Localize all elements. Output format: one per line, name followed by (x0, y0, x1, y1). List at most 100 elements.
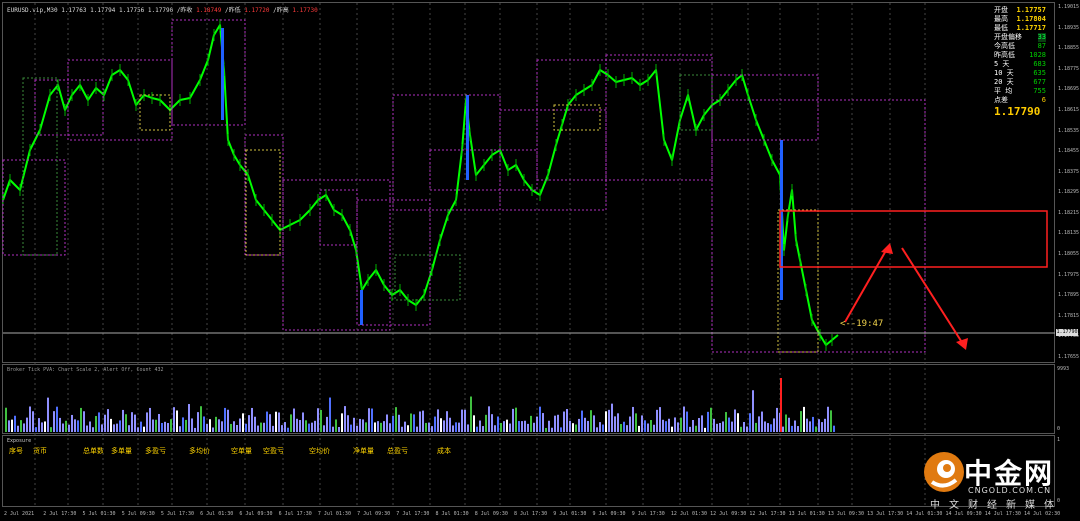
info-row-label: 最低 (994, 24, 1008, 32)
time-marker-annotation: <--19:47 (840, 319, 884, 329)
time-tick-label: 9 Jul 17:30 (631, 511, 665, 517)
price-tick-label: 1.18135 (1058, 230, 1080, 237)
info-row-label: 昨高低 (994, 51, 1015, 59)
session-range-box (244, 134, 284, 256)
volume-bar (791, 425, 793, 432)
volume-bar (698, 418, 700, 432)
volume-bar (806, 418, 808, 432)
volume-bar (572, 423, 574, 432)
volume-bar (464, 409, 466, 432)
session-range-box (605, 54, 713, 181)
volume-bar (287, 427, 289, 432)
time-tick-label: 14 Jul 02:30 (1024, 511, 1061, 517)
volume-bar (773, 418, 775, 432)
volume-bar (233, 421, 235, 432)
highlight-bar (221, 28, 224, 120)
price-tick-label: 1.18535 (1058, 127, 1080, 134)
volume-bar (491, 414, 493, 432)
volume-bar (668, 418, 670, 432)
volume-bar (68, 424, 70, 432)
volume-bar (665, 421, 667, 432)
volume-bar (56, 406, 58, 432)
volume-bar (584, 417, 586, 432)
volume-bar (575, 424, 577, 432)
price-tick-label: 1.18695 (1058, 86, 1080, 93)
volume-bar (281, 425, 283, 432)
volume-bar (119, 420, 121, 432)
time-tick-label: 8 Jul 01:30 (435, 511, 469, 517)
info-row: 今高低 87 (994, 42, 1046, 51)
arrow-up-head (881, 243, 893, 254)
info-row: 20 天 677 (994, 78, 1046, 87)
info-row: 10 天 635 (994, 69, 1046, 78)
arrow-down-head (956, 338, 968, 350)
volume-bar (833, 425, 835, 432)
price-tick-label: 1.19015 (1058, 4, 1080, 10)
volume-bar (269, 414, 271, 432)
volume-bar (74, 419, 76, 432)
volume-bar (704, 427, 706, 432)
price-line-series (2, 24, 839, 346)
volume-bar (494, 425, 496, 432)
volume-bar (14, 415, 16, 432)
volume-bar (26, 417, 28, 432)
info-row: 最高 1.17804 (994, 15, 1046, 24)
volume-bar (794, 420, 796, 432)
volume-bar (476, 426, 478, 432)
volume-bar (755, 422, 757, 432)
volume-bar (554, 415, 556, 432)
info-row-value: 1.17757 (1016, 6, 1046, 14)
volume-bar (827, 406, 829, 432)
brand-slogan: 中文财经新媒体 (930, 500, 1063, 511)
volume-bar (587, 420, 589, 432)
session-range-box (171, 19, 246, 126)
volume-bar (308, 423, 310, 432)
volume-bar (401, 426, 403, 432)
volume-bar (161, 422, 163, 432)
volume-bar (335, 419, 337, 432)
volume-bar (611, 403, 613, 432)
volume-bar (632, 406, 634, 432)
volume-bar (533, 422, 535, 432)
volume-bar (212, 427, 214, 432)
volume-bar (164, 421, 166, 432)
volume-bar (149, 407, 151, 432)
volume-bar (32, 411, 34, 432)
info-row-label: 5 天 (994, 60, 1010, 68)
volume-bar (245, 423, 247, 432)
volume-bar (674, 417, 676, 432)
time-tick-label: 14 Jul 17:30 (984, 511, 1021, 517)
time-tick-label: 12 Jul 01:30 (670, 511, 708, 517)
volume-bar (125, 414, 127, 432)
volume-bar (404, 421, 406, 432)
price-tick-label: 1.18055 (1058, 251, 1080, 258)
volume-bar (263, 422, 265, 432)
volume-bar (437, 409, 439, 432)
volume-bar (578, 418, 580, 432)
session-range-box (34, 79, 104, 136)
volume-bar (23, 423, 25, 432)
time-axis[interactable]: 2 Jul 2021 2 Jul 17:30 5 Jul 01:30 5 Jul 09… (0, 508, 1060, 521)
time-tick-label: 9 Jul 01:30 (553, 511, 587, 517)
volume-bar (800, 411, 802, 432)
price-axis[interactable]: 1.19015 1.18935 1.18855 1.18775 1.18695 1.186… (1055, 2, 1080, 363)
volume-bar (359, 418, 361, 432)
volume-bar (80, 407, 82, 432)
exposure-axis-top: 1 (1057, 437, 1061, 443)
volume-bar (344, 406, 346, 432)
volume-bar (692, 420, 694, 432)
volume-bar (509, 423, 511, 432)
volume-bar (47, 397, 49, 432)
volume-bar (416, 426, 418, 432)
volume-bar (95, 416, 97, 432)
volume-bar (419, 411, 421, 432)
volume-bar (479, 420, 481, 432)
volume-bar (482, 426, 484, 432)
current-price-tag: 1.17790 (1056, 329, 1078, 336)
session-range-box (392, 94, 501, 211)
volume-bar (725, 412, 727, 432)
volume-bar (389, 423, 391, 432)
volume-bar (518, 421, 520, 432)
volume-bar (152, 419, 154, 432)
volume-bar (392, 415, 394, 432)
